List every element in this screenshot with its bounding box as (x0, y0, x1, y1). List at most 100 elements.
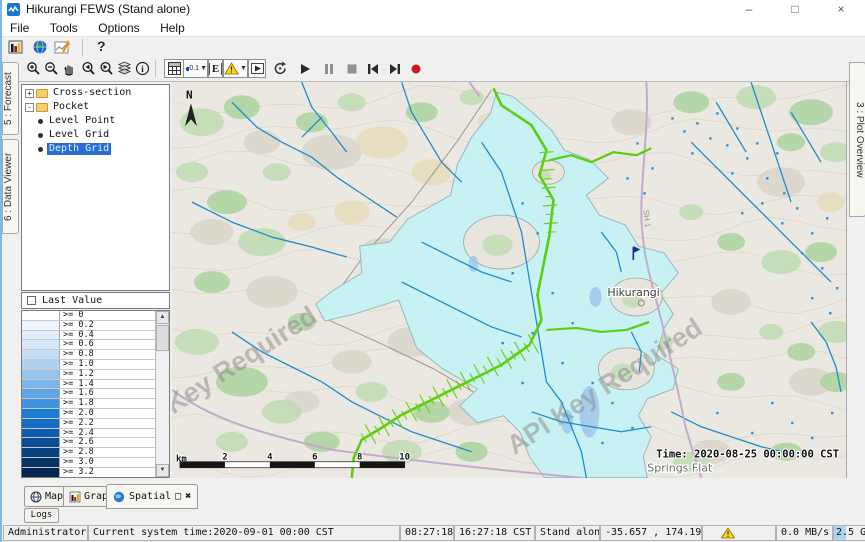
legend-color-swatch (22, 380, 60, 389)
menu-tools[interactable]: Tools (42, 20, 86, 35)
layers-icon[interactable] (117, 61, 132, 76)
scroll-down-icon[interactable]: ▼ (156, 464, 169, 477)
svg-text:6: 6 (312, 453, 317, 463)
folder-icon (36, 103, 48, 112)
legend-row-label: >= 3.0 (60, 458, 155, 467)
record-icon[interactable] (410, 62, 425, 77)
svg-text:2: 2 (222, 453, 227, 463)
tree-item-label[interactable]: Level Grid (47, 129, 111, 141)
status-bar: Administrator Current system time:2020-0… (2, 524, 865, 542)
tab-restore-icon[interactable]: □ (175, 491, 181, 502)
tree-item-cross-section[interactable]: + Cross-section (22, 87, 169, 99)
zoom-in-icon[interactable] (26, 61, 41, 76)
legend-color-swatch (22, 458, 60, 467)
info-icon[interactable]: i (135, 61, 150, 76)
database-chart-icon[interactable] (8, 39, 24, 55)
tree-item-label[interactable]: Cross-section (51, 87, 133, 99)
logs-button[interactable]: Logs (24, 508, 59, 523)
last-value-checkbox[interactable] (27, 296, 36, 305)
tree-item-level-grid[interactable]: Level Grid (22, 129, 169, 141)
legend-row-label: >= 2.4 (60, 429, 155, 438)
scroll-up-icon[interactable]: ▲ (156, 311, 169, 324)
legend-row-label: >= 1.4 (60, 380, 155, 389)
svg-text:!: ! (230, 66, 233, 75)
legend-row-label: >= 1.8 (60, 399, 155, 408)
svg-text:!: ! (726, 530, 731, 539)
tab-spatial[interactable]: Spatial □ ✖ (106, 484, 198, 509)
tree-item-pocket[interactable]: - Pocket (22, 101, 169, 113)
reload-icon[interactable] (272, 60, 287, 75)
map-globe-icon (30, 491, 42, 503)
legend-color-swatch (22, 438, 60, 447)
animation-export-icon[interactable] (248, 59, 266, 78)
tree-item-level-point[interactable]: Level Point (22, 115, 169, 127)
maximize-button[interactable]: □ (778, 0, 812, 19)
status-memory: 2.5 GB (833, 525, 865, 541)
spatial-display-icon[interactable] (54, 39, 70, 55)
contour-label-icon[interactable]: 0.1▼ (183, 59, 208, 78)
tab-close-icon[interactable]: ✖ (185, 491, 191, 502)
app-logo-icon (7, 3, 20, 16)
stop-icon[interactable] (346, 62, 361, 77)
legend-row[interactable]: >= 3.2 (22, 468, 155, 478)
node-bullet-icon (38, 133, 43, 138)
status-coordinates: -35.657 , 174.199 (600, 525, 702, 541)
menu-file[interactable]: File (2, 20, 37, 35)
zoom-out-icon[interactable] (44, 61, 59, 76)
legend-row-label: >= 3.2 (60, 468, 155, 477)
warning-threshold-icon[interactable]: !▼ (223, 59, 248, 78)
skip-start-icon[interactable] (366, 62, 381, 77)
legend-color-swatch (22, 448, 60, 457)
globe-icon[interactable] (32, 39, 48, 55)
tab-data-viewer[interactable]: 6 : Data Viewer (2, 139, 19, 234)
legend-icon[interactable]: E (208, 59, 223, 78)
pan-hand-icon[interactable] (62, 61, 77, 76)
legend-color-swatch (22, 360, 60, 369)
status-gmt-time: 08:27:18 GMT (400, 525, 454, 541)
tree-item-depth-grid[interactable]: Depth Grid (22, 143, 169, 155)
status-user: Administrator (3, 525, 88, 541)
node-bullet-icon (38, 119, 43, 124)
svg-text:Time: 2020-08-25 00:00:00 CST: Time: 2020-08-25 00:00:00 CST (656, 449, 839, 461)
legend-row-label: >= 0.8 (60, 350, 155, 359)
svg-text:4: 4 (267, 453, 272, 463)
legend-color-swatch (22, 331, 60, 340)
last-value-label: Last Value (42, 295, 102, 306)
layer-tree: + Cross-section - Pocket Level Point Level Gr… (21, 84, 170, 291)
warning-icon: ! (721, 527, 735, 539)
legend-color-swatch (22, 429, 60, 438)
legend-row-label: >= 0.6 (60, 340, 155, 349)
tree-item-label[interactable]: Level Point (47, 115, 117, 127)
legend-scrollbar[interactable]: ▲ ▼ (155, 311, 169, 477)
status-system-time: Current system time:2020-09-01 00:00 CST (88, 525, 400, 541)
skip-end-icon[interactable] (388, 62, 403, 77)
tab-forecast[interactable]: 5 : Forecast (2, 62, 19, 135)
minimize-button[interactable]: – (732, 0, 766, 19)
zoom-previous-icon[interactable] (81, 61, 96, 76)
last-value-panel: Last Value (21, 292, 170, 309)
zoom-next-icon[interactable] (99, 61, 114, 76)
tree-item-label[interactable]: Pocket (51, 101, 91, 113)
menu-options[interactable]: Options (90, 20, 147, 35)
tree-toggle-icon[interactable]: - (25, 103, 34, 112)
map-canvas[interactable]: API Key RequiredAPI Key RequiredSH 1Hiku… (172, 82, 847, 478)
scroll-thumb[interactable] (156, 325, 169, 351)
tree-item-label[interactable]: Depth Grid (47, 143, 111, 155)
tab-plot-overview[interactable]: 3 : Plot Overview (849, 62, 865, 217)
legend-color-swatch (22, 409, 60, 418)
close-button[interactable]: × (824, 0, 858, 19)
node-bullet-icon (38, 147, 43, 152)
title-bar: Hikurangi FEWS (Stand alone) – □ × (2, 0, 865, 19)
tree-toggle-icon[interactable]: + (25, 89, 34, 98)
folder-icon (36, 89, 48, 98)
play-icon[interactable] (299, 62, 314, 77)
status-warning-segment[interactable]: ! (702, 525, 776, 541)
menu-bar: File Tools Options Help (2, 19, 865, 37)
grid-icon[interactable] (164, 59, 184, 78)
menu-help[interactable]: Help (152, 20, 193, 35)
help-icon[interactable]: ? (97, 38, 106, 54)
legend-row-label: >= 2.6 (60, 438, 155, 447)
legend-color-swatch (22, 468, 60, 477)
svg-text:10: 10 (399, 453, 410, 463)
pause-icon[interactable] (323, 62, 338, 77)
